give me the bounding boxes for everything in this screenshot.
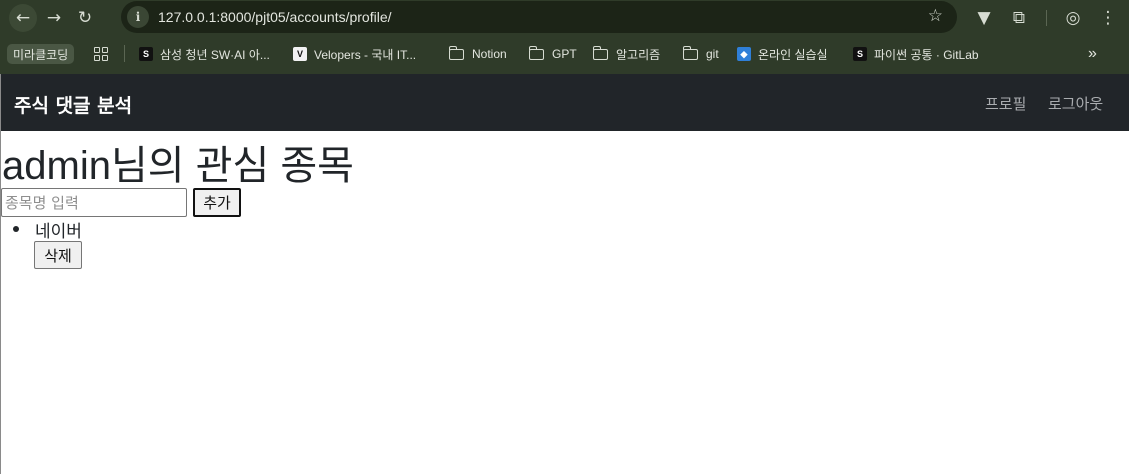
delete-button[interactable]: 삭제	[34, 241, 82, 269]
bookmark-label: 미라클코딩	[7, 44, 75, 64]
folder-icon	[592, 45, 608, 60]
bookmark-label: 온라인 실습실	[758, 47, 828, 62]
ssafy-favicon-icon: S	[139, 47, 153, 61]
url-text[interactable]: 127.0.0.1:8000/pjt05/accounts/profile/	[158, 9, 392, 25]
bookmark-label: Velopers - 국내 IT...	[314, 47, 417, 62]
bookmark-label: 파이썬 공통 · GitLab	[874, 47, 979, 62]
extension-v-icon[interactable]: ▼	[971, 5, 997, 31]
bookmark-label: git	[706, 47, 719, 61]
blue-favicon-icon: ◆	[737, 47, 751, 61]
bookmarks-divider	[124, 45, 125, 62]
bookmark-label: GPT	[552, 47, 577, 61]
extensions-puzzle-icon[interactable]: ⧉	[1006, 5, 1032, 31]
site-info-icon[interactable]: i	[127, 6, 149, 28]
bookmark-label: 삼성 청년 SW·AI 아...	[160, 47, 270, 62]
stock-name: 네이버	[35, 222, 82, 242]
bookmark-gitlab[interactable]: S 파이썬 공통 · GitLab	[853, 44, 979, 64]
bookmark-star-icon[interactable]: ☆	[928, 6, 943, 26]
brand-link[interactable]: 주식 댓글 분석	[14, 91, 132, 118]
toolbar-divider	[1046, 10, 1047, 26]
more-bookmarks-icon[interactable]: »	[1088, 44, 1097, 64]
bookmark-online-lab[interactable]: ◆ 온라인 실습실	[737, 44, 828, 64]
folder-icon	[682, 45, 698, 60]
bookmark-folder-git[interactable]: git	[682, 44, 719, 64]
site-navbar: 주식 댓글 분석 프로필 로그아웃	[1, 74, 1129, 131]
bookmark-folder-gpt[interactable]: GPT	[528, 44, 577, 64]
ssafy-favicon-icon: S	[853, 47, 867, 61]
folder-icon	[448, 45, 464, 60]
bookmarks-bar: 미라클코딩 S 삼성 청년 SW·AI 아... V Velopers - 국내…	[0, 36, 1129, 74]
browser-toolbar: ← → ↻ i 127.0.0.1:8000/pjt05/accounts/pr…	[0, 0, 1129, 36]
stock-name-input[interactable]	[1, 188, 187, 217]
profile-icon[interactable]: ◎	[1060, 5, 1086, 31]
bookmark-folder-notion[interactable]: Notion	[448, 44, 507, 64]
bookmark-ssafy[interactable]: S 삼성 청년 SW·AI 아...	[139, 44, 270, 64]
back-icon[interactable]: ←	[9, 4, 37, 32]
bookmark-label: Notion	[472, 47, 507, 61]
bookmark-velopers[interactable]: V Velopers - 국내 IT...	[293, 44, 416, 64]
nav-link-logout[interactable]: 로그아웃	[1048, 93, 1103, 114]
folder-icon	[528, 45, 544, 60]
velog-favicon-icon: V	[293, 47, 307, 61]
apps-grid-icon[interactable]	[94, 47, 108, 61]
menu-kebab-icon[interactable]: ⋮	[1095, 5, 1121, 31]
bookmark-label: 알고리즘	[616, 47, 661, 62]
address-bar[interactable]: i 127.0.0.1:8000/pjt05/accounts/profile/…	[121, 1, 957, 33]
page-title: admin님의 관심 종목	[2, 144, 354, 188]
bookmark-chip[interactable]: 미라클코딩	[7, 44, 75, 64]
bookmark-folder-algorithm[interactable]: 알고리즘	[592, 44, 661, 64]
add-button[interactable]: 추가	[193, 188, 241, 217]
nav-link-profile[interactable]: 프로필	[985, 93, 1026, 114]
web-page: 주식 댓글 분석 프로필 로그아웃 admin님의 관심 종목 추가 네이버 삭…	[0, 74, 1129, 474]
bullet-icon	[13, 226, 19, 232]
forward-icon[interactable]: →	[40, 4, 68, 32]
reload-icon[interactable]: ↻	[71, 4, 99, 32]
